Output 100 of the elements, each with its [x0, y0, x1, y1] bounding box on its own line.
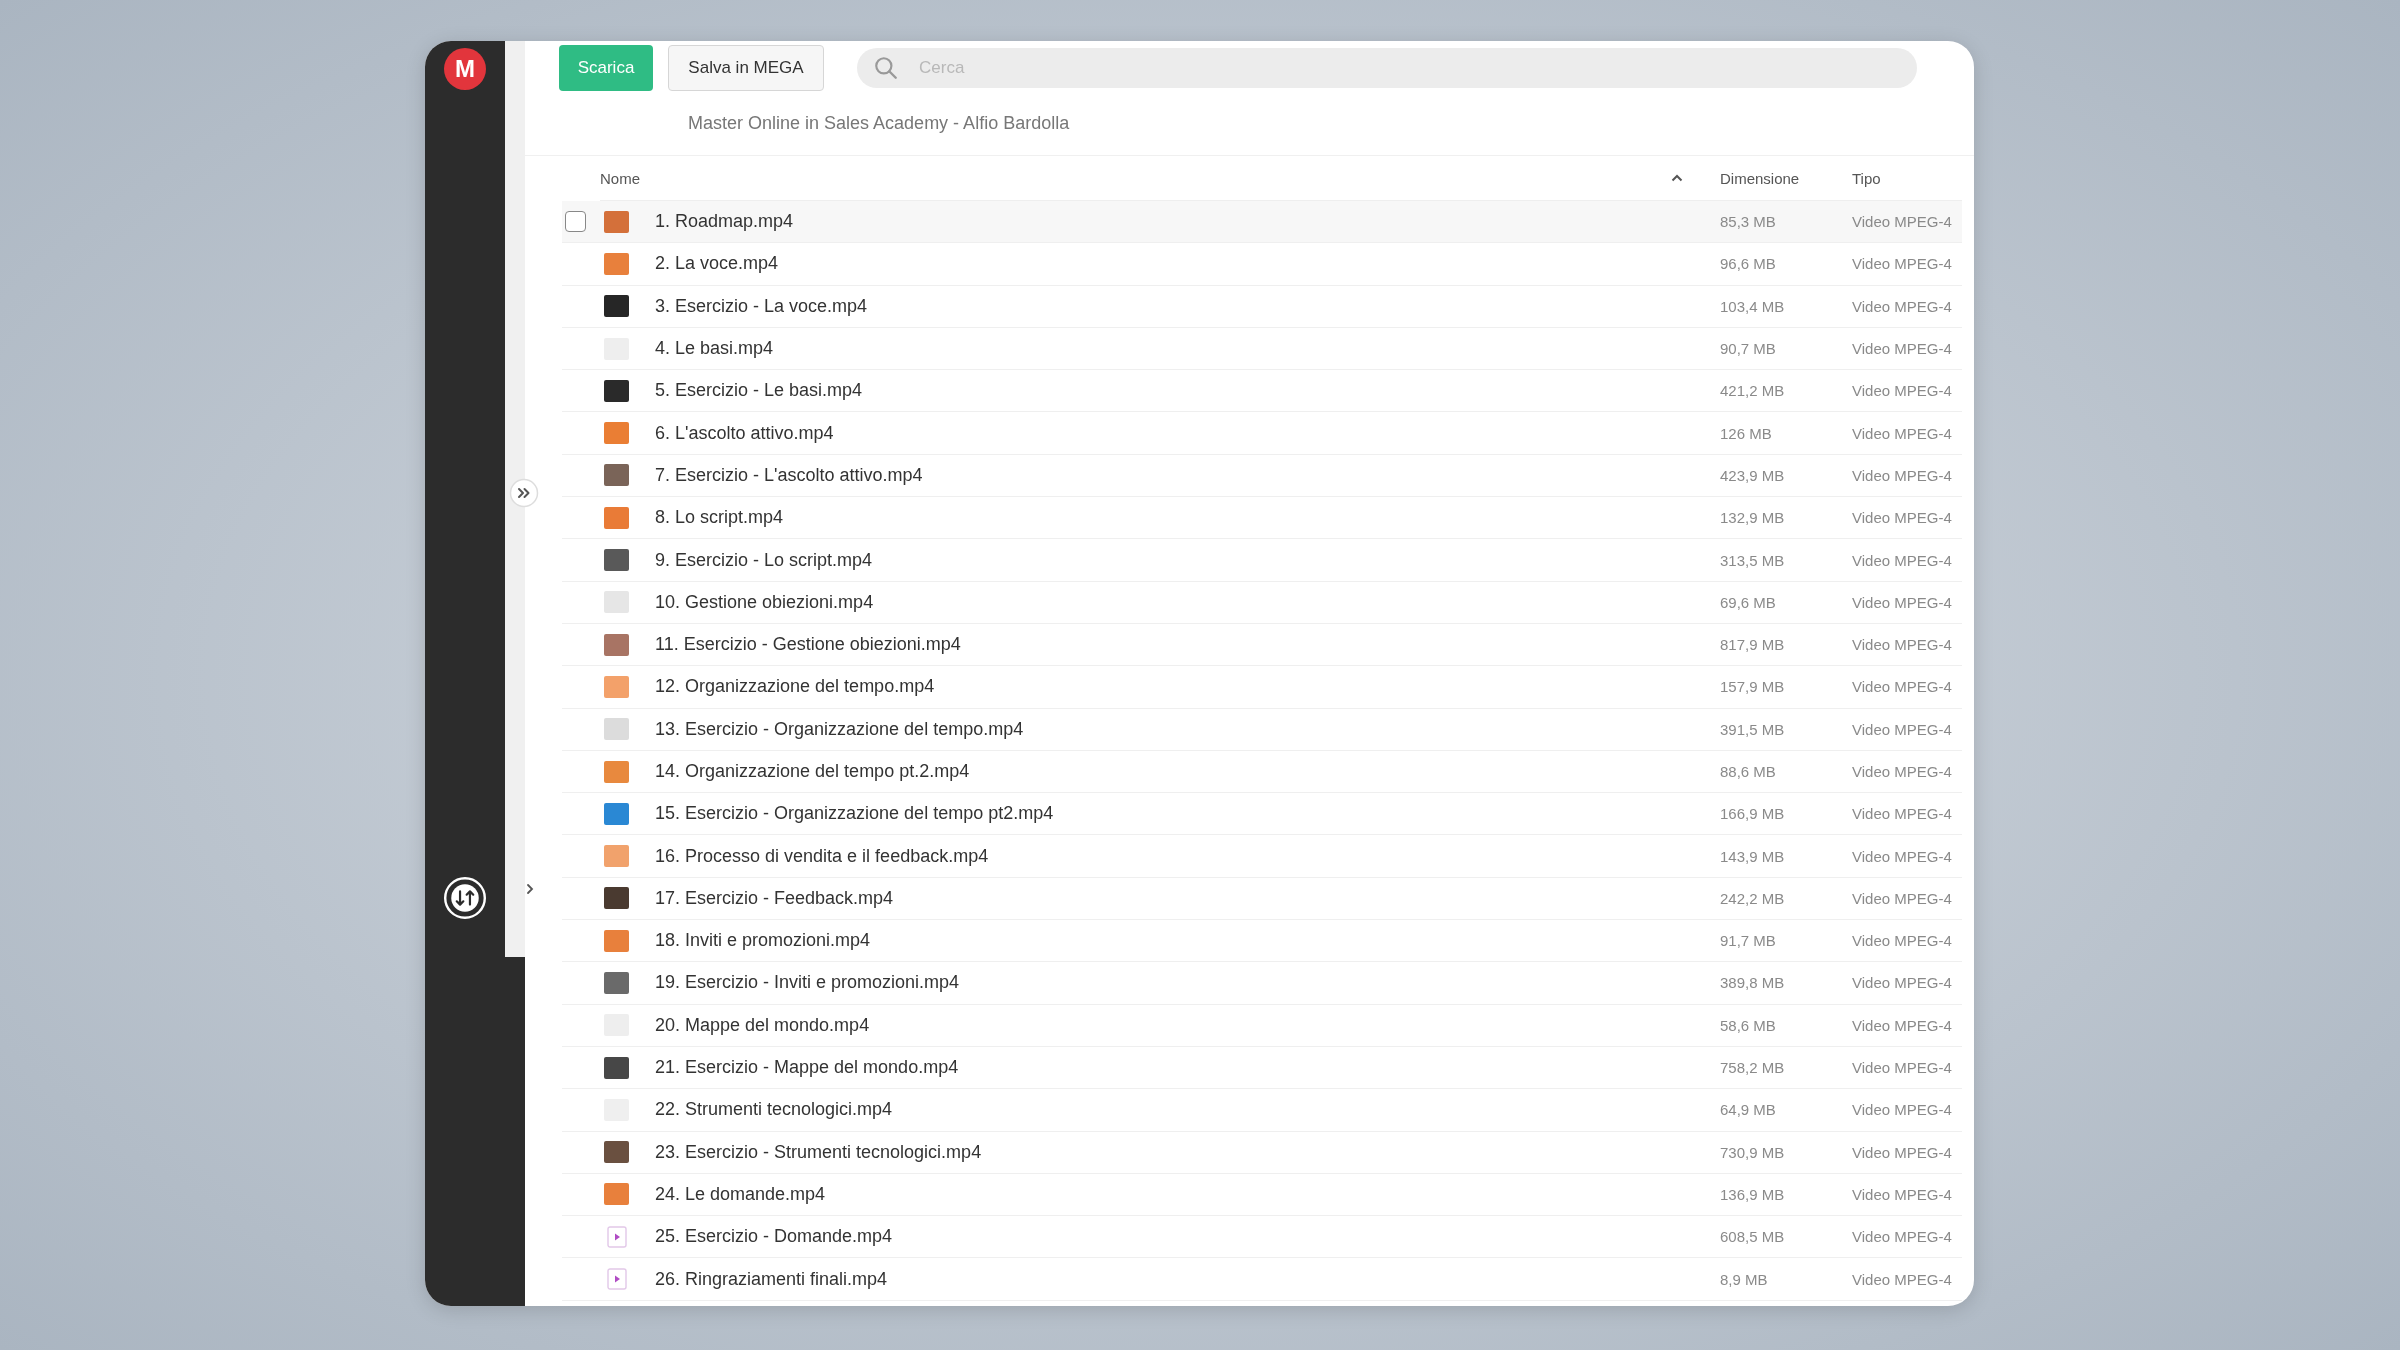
file-row[interactable]: 5. Esercizio - Le basi.mp4 421,2 MB Video MPEG-4	[562, 370, 1962, 413]
file-row[interactable]: 6. L'ascolto attivo.mp4 126 MB Video MPEG-4	[562, 412, 1962, 455]
file-name: 17. Esercizio - Feedback.mp4	[655, 887, 895, 909]
file-type: Video MPEG-4	[1852, 678, 1953, 696]
file-size: 758,2 MB	[1720, 1059, 1786, 1077]
column-header[interactable]: Tipo	[1852, 169, 1962, 187]
file-row[interactable]: 1. Roadmap.mp4 85,3 MB Video MPEG-4	[562, 201, 1962, 244]
video-file-icon	[607, 1225, 627, 1248]
file-name: 22. Strumenti tecnologici.mp4	[655, 1099, 894, 1121]
file-size: 69,6 MB	[1720, 593, 1777, 611]
file-name: 3. Esercizio - La voce.mp4	[655, 295, 869, 317]
file-type: Video MPEG-4	[1852, 763, 1953, 780]
file-name: 12. Organizzazione del tempo.mp4	[655, 676, 936, 698]
file-size: 85,3 MB	[1720, 213, 1777, 231]
file-name: 19. Esercizio - Inviti e promozioni.mp4	[655, 972, 961, 994]
file-size: 132,9 MB	[1720, 509, 1786, 527]
file-size: 817,9 MB	[1720, 636, 1786, 654]
file-name: 13. Esercizio - Organizzazione del tempo.mp4	[655, 718, 1025, 740]
file-row[interactable]: 21. Esercizio - Mappe del mondo.mp4 758,2 MB Video MPEG-4	[562, 1046, 1962, 1090]
file-type: Video MPEG-4	[1852, 1059, 1953, 1077]
file-row[interactable]: 3. Esercizio - La voce.mp4 103,4 MB Video MPEG-4	[562, 285, 1962, 328]
file-type: Video MPEG-4	[1852, 593, 1953, 611]
file-row[interactable]: 4. Le basi.mp4 90,7 MB Video MPEG-4	[562, 327, 1962, 371]
file-type: Video MPEG-4	[1852, 636, 1953, 654]
file-type: Video MPEG-4	[1852, 932, 1953, 950]
file-type: Video MPEG-4	[1852, 1185, 1953, 1203]
file-name: 16. Processo di vendita e il feedback.mp4	[655, 845, 990, 867]
row-checkbox[interactable]	[565, 211, 586, 233]
file-row[interactable]: 16. Processo di vendita e il feedback.mp4 143,9 MB Video MPEG-4	[562, 835, 1962, 878]
video-file-icon	[607, 1268, 627, 1291]
file-row[interactable]: 25. Esercizio - Domande.mp4 608,5 MB Video MPEG-4	[562, 1216, 1962, 1259]
toolbar-button[interactable]: Salva in MEGA	[668, 45, 824, 91]
sort-caret-icon[interactable]	[1671, 174, 1683, 182]
expand-panel-button[interactable]	[509, 478, 539, 508]
file-type: Video MPEG-4	[1852, 847, 1953, 865]
file-type: Video MPEG-4	[1852, 255, 1953, 273]
file-type: Video MPEG-4	[1852, 340, 1953, 358]
file-name: 24. Le domande.mp4	[655, 1183, 827, 1205]
file-row[interactable]: 2. La voce.mp4 96,6 MB Video MPEG-4	[562, 243, 1962, 286]
file-size: 88,6 MB	[1720, 763, 1777, 780]
file-row[interactable]: 26. Ringraziamenti finali.mp4 8,9 MB Video MPEG-4	[562, 1258, 1962, 1301]
file-type: Video MPEG-4	[1852, 720, 1953, 738]
file-name: 2. La voce.mp4	[655, 253, 780, 275]
file-row[interactable]: 17. Esercizio - Feedback.mp4 242,2 MB Video MPEG-4	[562, 877, 1962, 921]
file-row[interactable]: 24. Le domande.mp4 136,9 MB Video MPEG-4	[562, 1173, 1962, 1217]
file-size: 391,5 MB	[1720, 720, 1786, 738]
app-logo[interactable]: M	[444, 48, 486, 90]
file-name: 4. Le basi.mp4	[655, 338, 775, 360]
file-row[interactable]: 22. Strumenti tecnologici.mp4 64,9 MB Video MPEG-4	[562, 1089, 1962, 1132]
file-name: 9. Esercizio - Lo script.mp4	[655, 549, 874, 571]
file-type: Video MPEG-4	[1852, 1101, 1953, 1119]
file-name: 26. Ringraziamenti finali.mp4	[655, 1268, 889, 1290]
file-row[interactable]: 11. Esercizio - Gestione obiezioni.mp4 817,9 MB Video MPEG-4	[562, 623, 1962, 667]
file-name: 15. Esercizio - Organizzazione del tempo pt2.mp4	[655, 803, 1055, 825]
file-size: 90,7 MB	[1720, 340, 1777, 358]
file-row[interactable]: 15. Esercizio - Organizzazione del tempo pt2.mp4 166,9 MB Video MPEG-4	[562, 793, 1962, 836]
file-row[interactable]: 10. Gestione obiezioni.mp4 69,6 MB Video MPEG-4	[562, 581, 1962, 624]
file-row[interactable]: 7. Esercizio - L'ascolto attivo.mp4 423,9 MB Video MPEG-4	[562, 454, 1962, 498]
folder-title: Master Online in Sales Academy - Alfio Bardolla	[688, 113, 1070, 133]
file-size: 91,7 MB	[1720, 932, 1777, 950]
file-type: Video MPEG-4	[1852, 297, 1953, 315]
file-name: 20. Mappe del mondo.mp4	[655, 1014, 871, 1036]
file-size: 143,9 MB	[1720, 847, 1786, 865]
file-row[interactable]: 23. Esercizio - Strumenti tecnologici.mp4 730,9 MB Video MPEG-4	[562, 1131, 1962, 1174]
file-size: 608,5 MB	[1720, 1228, 1786, 1246]
file-type: Video MPEG-4	[1852, 382, 1953, 400]
file-size: 103,4 MB	[1720, 297, 1786, 315]
file-name: 1. Roadmap.mp4	[655, 211, 795, 233]
file-type: Video MPEG-4	[1852, 974, 1953, 992]
file-type: Video MPEG-4	[1852, 466, 1953, 484]
file-type: Video MPEG-4	[1852, 1143, 1953, 1161]
file-name: 11. Esercizio - Gestione obiezioni.mp4	[655, 634, 962, 656]
file-name: 10. Gestione obiezioni.mp4	[655, 591, 875, 613]
file-row[interactable]: 14. Organizzazione del tempo pt.2.mp4 88,6 MB Video MPEG-4	[562, 750, 1962, 794]
file-size: 423,9 MB	[1720, 466, 1786, 484]
file-size: 136,9 MB	[1720, 1185, 1786, 1203]
file-type: Video MPEG-4	[1852, 551, 1953, 569]
file-size: 126 MB	[1720, 424, 1773, 442]
column-header[interactable]: Dimensione	[1720, 169, 1852, 187]
file-size: 166,9 MB	[1720, 805, 1786, 823]
file-row[interactable]: 18. Inviti e promozioni.mp4 91,7 MB Video MPEG-4	[562, 920, 1962, 963]
file-type: Video MPEG-4	[1852, 509, 1953, 527]
file-size: 157,9 MB	[1720, 678, 1786, 696]
file-row[interactable]: 8. Lo script.mp4 132,9 MB Video MPEG-4	[562, 497, 1962, 540]
file-row[interactable]: 13. Esercizio - Organizzazione del tempo.mp4 391,5 MB Video MPEG-4	[562, 708, 1962, 751]
file-name: 21. Esercizio - Mappe del mondo.mp4	[655, 1057, 960, 1079]
column-header[interactable]: Nome	[600, 169, 1671, 187]
file-row[interactable]: 20. Mappe del mondo.mp4 58,6 MB Video MPEG-4	[562, 1004, 1962, 1047]
file-size: 389,8 MB	[1720, 974, 1786, 992]
file-size: 313,5 MB	[1720, 551, 1786, 569]
file-name: 25. Esercizio - Domande.mp4	[655, 1226, 894, 1248]
file-type: Video MPEG-4	[1852, 889, 1953, 907]
file-name: 23. Esercizio - Strumenti tecnologici.mp4	[655, 1141, 983, 1163]
file-name: 8. Lo script.mp4	[655, 507, 785, 529]
file-row[interactable]: 19. Esercizio - Inviti e promozioni.mp4 389,8 MB Video MPEG-4	[562, 962, 1962, 1005]
file-size: 8,9 MB	[1720, 1270, 1769, 1288]
transfers-icon[interactable]	[443, 876, 487, 920]
file-row[interactable]: 9. Esercizio - Lo script.mp4 313,5 MB Video MPEG-4	[562, 539, 1962, 582]
file-type: Video MPEG-4	[1852, 424, 1953, 442]
file-row[interactable]: 12. Organizzazione del tempo.mp4 157,9 MB Video MPEG-4	[562, 666, 1962, 709]
